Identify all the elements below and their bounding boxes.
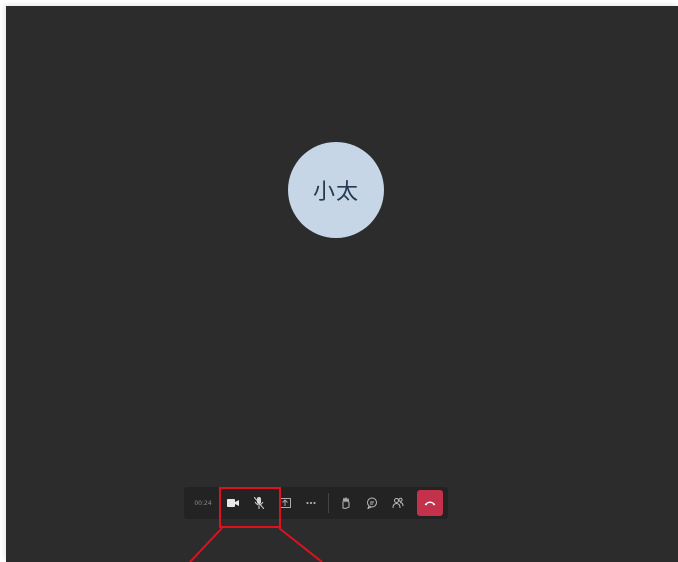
microphone-muted-icon [254, 497, 264, 509]
video-camera-icon [227, 499, 239, 507]
people-icon [392, 497, 404, 509]
participants-button[interactable] [387, 492, 409, 514]
toolbar-divider [328, 493, 329, 513]
chat-button[interactable] [361, 492, 383, 514]
more-actions-button[interactable] [300, 492, 322, 514]
chat-icon [367, 497, 377, 509]
participant-avatar: 小太 [288, 142, 384, 238]
participant-initials: 小太 [312, 180, 359, 205]
share-button[interactable] [274, 492, 296, 514]
share-tray-icon [279, 498, 291, 508]
microphone-button[interactable] [248, 492, 270, 514]
hang-up-button[interactable] [417, 490, 443, 516]
more-actions-icon [306, 501, 316, 505]
meeting-window: 小太 [6, 6, 678, 562]
call-timer: 00:24 [194, 499, 212, 507]
raise-hand-icon [342, 497, 350, 509]
hang-up-icon [424, 501, 436, 506]
raise-hand-button[interactable] [335, 492, 357, 514]
camera-button[interactable] [222, 492, 244, 514]
call-control-bar: 00:24 [184, 487, 448, 519]
